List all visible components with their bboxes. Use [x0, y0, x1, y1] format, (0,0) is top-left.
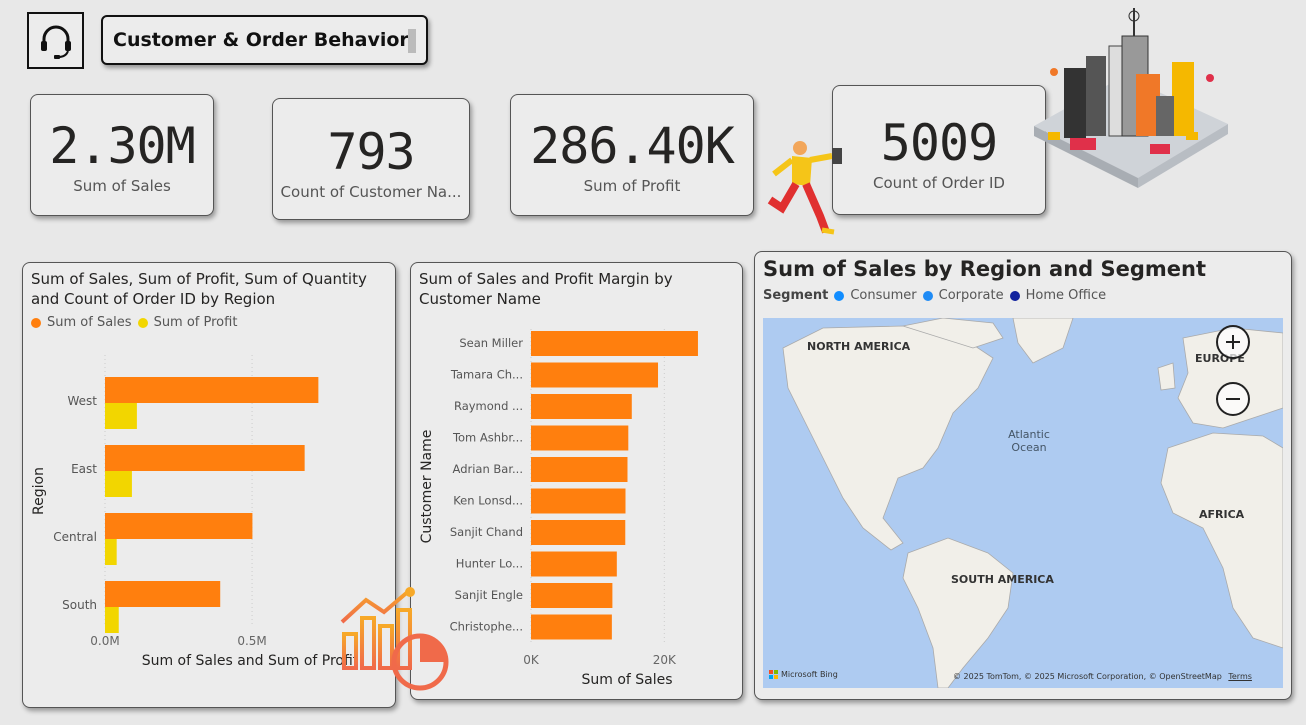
bar-profit[interactable]: [105, 471, 132, 497]
kpi-value: 2.30M: [49, 117, 196, 175]
legend-label-corporate: Corporate: [938, 288, 1004, 303]
y-tick-label: South: [62, 598, 97, 612]
map-canvas[interactable]: NORTH AMERICA EUROPE AFRICA SOUTH AMERIC…: [763, 318, 1283, 688]
y-tick-label: Adrian Bar...: [453, 462, 523, 476]
map-title: Sum of Sales by Region and Segment: [763, 257, 1207, 281]
bar-sales[interactable]: [105, 513, 253, 539]
windows-icon: [769, 670, 778, 679]
bar-sales[interactable]: [531, 551, 617, 577]
kpi-card-profit[interactable]: 286.40K Sum of Profit: [510, 94, 754, 216]
legend-dot-home-office: [1009, 290, 1020, 301]
y-tick-label: Hunter Lo...: [456, 557, 523, 571]
page-title-box: Customer & Order Behavior: [101, 15, 428, 65]
bar-sales[interactable]: [531, 425, 629, 451]
kpi-card-customers[interactable]: 793 Count of Customer Na...: [272, 98, 470, 220]
legend-dot-profit: [137, 317, 148, 328]
customer-bar-chart[interactable]: 0K 20K Sean Miller Tamara Ch... Raymond ... T…: [411, 315, 742, 699]
title-scrollbar[interactable]: [408, 29, 416, 53]
kpi-value: 286.40K: [530, 117, 735, 175]
kpi-value: 793: [327, 123, 415, 181]
bar-sales[interactable]: [105, 581, 221, 607]
kpi-label: Sum of Sales: [73, 177, 171, 195]
bar-sales[interactable]: [531, 583, 613, 608]
y-tick-label: Tamara Ch...: [450, 368, 523, 382]
support-icon: [27, 12, 84, 69]
x-axis-title: Sum of Sales: [581, 672, 672, 688]
map-label-africa: AFRICA: [1199, 508, 1245, 521]
page-title: Customer & Order Behavior: [113, 29, 409, 51]
world-map: [782, 318, 1283, 688]
map-legend: Segment Consumer Corporate Home Office: [755, 286, 1291, 305]
legend-dot-sales: [31, 317, 41, 328]
legend-label-sales: Sum of Sales: [47, 315, 132, 330]
x-tick-label: 0.5M: [237, 634, 266, 648]
y-tick-label: Sean Miller: [459, 336, 523, 350]
bar-sales[interactable]: [531, 614, 612, 640]
y-tick-label: Christophe...: [450, 620, 523, 634]
attribution-text: © 2025 TomTom, © 2025 Microsoft Corporat…: [953, 672, 1222, 681]
y-tick-label: Raymond ...: [454, 399, 523, 413]
customer-chart-title: Sum of Sales and Profit Margin by Custom…: [419, 270, 673, 308]
bar-sales[interactable]: [105, 377, 319, 403]
bar-sales[interactable]: [531, 331, 698, 356]
map-label-atlantic: Atlantic Ocean: [1008, 428, 1050, 454]
kpi-label: Sum of Profit: [583, 177, 681, 195]
y-tick-label: Sanjit Chand: [450, 525, 523, 539]
plus-icon: [1226, 335, 1240, 349]
bing-label: Microsoft Bing: [781, 670, 838, 679]
legend-label-consumer: Consumer: [850, 288, 917, 303]
terms-link[interactable]: Terms: [1228, 672, 1252, 681]
legend-label-home-office: Home Office: [1025, 288, 1107, 303]
y-tick-label: Tom Ashbr...: [452, 431, 523, 445]
y-tick-label: Sanjit Engle: [455, 588, 523, 602]
bar-profit[interactable]: [105, 607, 119, 633]
kpi-card-orders[interactable]: 5009 Count of Order ID: [832, 85, 1046, 215]
y-tick-label: West: [67, 394, 97, 408]
bar-sales[interactable]: [531, 394, 632, 419]
bar-sales[interactable]: [105, 445, 305, 471]
legend-dot-corporate: [922, 290, 933, 301]
bar-profit[interactable]: [105, 403, 137, 429]
y-axis-title: Region: [31, 467, 47, 515]
minus-icon: [1226, 398, 1240, 400]
map-legend-title: Segment: [763, 288, 829, 303]
x-tick-label: 0K: [523, 653, 540, 667]
bar-profit[interactable]: [105, 539, 117, 565]
bing-logo: Microsoft Bing: [769, 670, 838, 679]
x-tick-label: 20K: [653, 653, 677, 667]
kpi-value: 5009: [880, 114, 998, 172]
legend-label-profit: Sum of Profit: [153, 315, 238, 330]
city-illustration: [1034, 8, 1228, 188]
customer-chart-card[interactable]: Sum of Sales and Profit Margin by Custom…: [410, 262, 743, 700]
running-man-illustration: [767, 141, 842, 235]
map-label-south-america: SOUTH AMERICA: [951, 573, 1054, 586]
kpi-card-sales[interactable]: 2.30M Sum of Sales: [30, 94, 214, 216]
map-label-north-america: NORTH AMERICA: [807, 340, 911, 353]
bar-sales[interactable]: [531, 457, 628, 482]
kpi-label: Count of Customer Na...: [280, 183, 462, 201]
bar-sales[interactable]: [531, 362, 659, 388]
region-chart-legend: Sum of Sales Sum of Profit: [23, 309, 395, 336]
zoom-in-button[interactable]: [1216, 325, 1250, 359]
y-axis-title: Customer Name: [419, 430, 435, 544]
zoom-out-button[interactable]: [1216, 382, 1250, 416]
map-card[interactable]: Sum of Sales by Region and Segment Segme…: [754, 251, 1292, 700]
y-tick-label: East: [71, 462, 97, 476]
bar-sales[interactable]: [531, 520, 626, 545]
y-tick-label: Ken Lonsd...: [453, 494, 523, 508]
bar-sales[interactable]: [531, 488, 626, 514]
growth-chart-icon: [340, 587, 449, 691]
legend-dot-consumer: [834, 290, 845, 301]
region-chart-title: Sum of Sales, Sum of Profit, Sum of Quan…: [31, 270, 367, 308]
x-tick-label: 0.0M: [90, 634, 119, 648]
kpi-label: Count of Order ID: [873, 174, 1005, 192]
y-tick-label: Central: [53, 530, 97, 544]
x-axis-title: Sum of Sales and Sum of Profit: [142, 653, 359, 669]
map-attribution: © 2025 TomTom, © 2025 Microsoft Corporat…: [953, 672, 1252, 681]
